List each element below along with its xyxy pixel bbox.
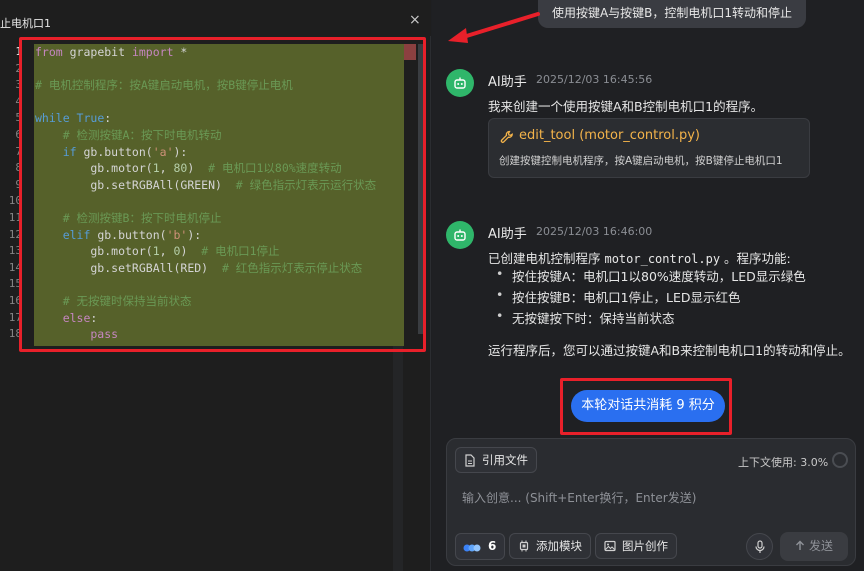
microphone-icon [755,540,765,553]
microphone-button[interactable] [746,533,773,560]
editor-tab-bar: 止电机口1 × [0,0,431,36]
tool-call-description: 创建按键控制电机程序，按A键启动电机，按B键停止电机口1 [499,155,783,167]
attach-file-button[interactable]: 引用文件 [455,447,537,473]
user-prompt-bubble: 使用按键A与按键B，控制电机口1转动和停止 [538,0,806,28]
message-text-part: 已创建电机控制程序 [488,251,605,266]
attach-file-label: 引用文件 [482,453,528,467]
message-text: 运行程序后，您可以通过按键A和B来控制电机口1的转动和停止。 [488,343,851,358]
model-dots-icon [463,544,481,552]
close-icon[interactable]: × [409,12,421,28]
image-create-label: 图片创作 [622,539,668,553]
editor-tab-title[interactable]: 止电机口1 [0,15,51,31]
tool-call-card[interactable]: edit_tool (motor_control.py) 创建按键控制电机程序，… [488,118,810,178]
model-count: 6 [488,539,497,553]
annotation-box-credits [560,378,732,435]
list-item: 按住按键A：电机口1以80%速度转动，LED显示绿色 [496,266,806,285]
message-text: 已创建电机控制程序 motor_control.py 。程序功能: [488,248,791,267]
chip-icon [519,540,529,552]
list-item: 无按键按下时：保持当前状态 [496,308,674,327]
list-item: 按住按键B：电机口1停止，LED显示红色 [496,287,740,306]
robot-icon [446,221,474,249]
red-arrow-annotation [448,12,540,43]
message-text-part: 。程序功能: [720,251,791,266]
context-usage-ring [832,452,848,468]
send-button[interactable]: 发送 [780,532,848,561]
send-label: 发送 [808,539,833,553]
wrench-icon [500,130,513,143]
message-author: AI助手 [488,75,527,90]
arrow-up-icon [795,540,804,550]
message-timestamp: 2025/12/03 16:45:56 [536,73,653,86]
image-create-button[interactable]: 图片创作 [595,533,677,559]
add-module-label: 添加模块 [536,539,582,553]
inline-code: motor_control.py [604,252,721,266]
annotation-box-code [19,37,426,352]
message-timestamp: 2025/12/03 16:46:00 [536,225,653,238]
context-usage: 上下文使用: 3.0% [738,456,829,469]
editor-panel: 止电机口1 × 1 2 3 4 5 6 7 8 9 10 11 12 13 14… [0,0,431,571]
model-selector[interactable]: 6 [455,533,505,560]
robot-icon [446,69,474,97]
image-icon [604,540,616,552]
message-author: AI助手 [488,227,527,242]
tool-call-title: edit_tool (motor_control.py) [519,128,701,143]
document-icon [465,454,475,467]
screen: 止电机口1 × 1 2 3 4 5 6 7 8 9 10 11 12 13 14… [0,0,864,571]
message-text: 我来创建一个使用按键A和B控制电机口1的程序。 [488,99,764,114]
chat-input[interactable]: 输入创意... (Shift+Enter换行，Enter发送) [462,489,696,506]
add-module-button[interactable]: 添加模块 [509,533,591,559]
